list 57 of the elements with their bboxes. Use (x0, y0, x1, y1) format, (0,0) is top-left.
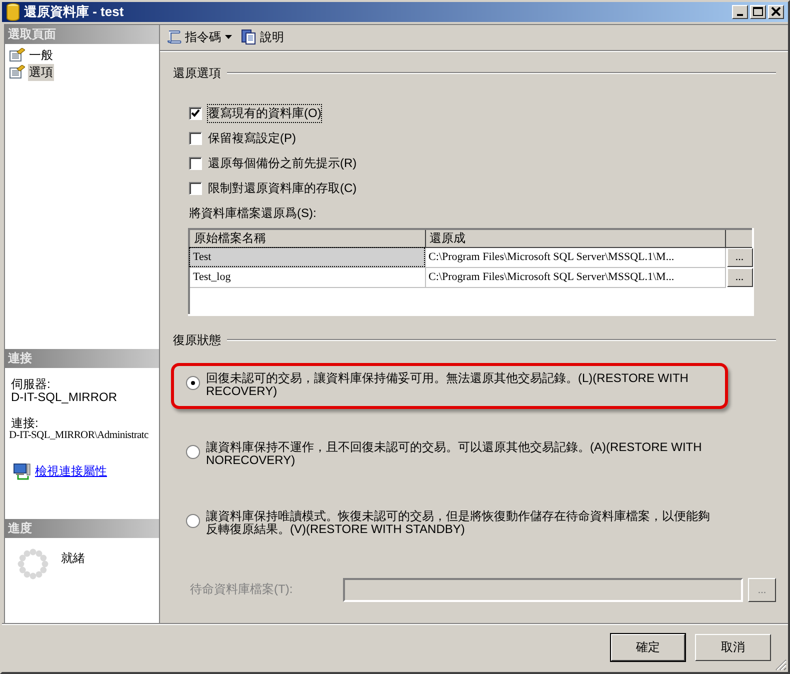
radio-label: 讓資料庫保持唯讀模式。恢復未認可的交易，但是將恢復動作儲存在待命資料庫檔案，以便能夠反轉復原結果。(V)(RESTORE WITH STANDBY) (206, 510, 711, 536)
files-label: 將資料庫檔案還原爲(S): (189, 204, 318, 222)
radio-button[interactable] (186, 376, 200, 390)
checkbox-label: 保留複寫設定(P) (208, 130, 296, 147)
standby-file-label: 待命資料庫檔案(T): (190, 581, 294, 598)
column-header[interactable]: 還原成 (425, 228, 725, 248)
table-cell[interactable]: Test (189, 247, 425, 268)
section-header: 連接 (5, 348, 159, 368)
checkbox[interactable] (189, 182, 202, 195)
radio-label: 讓資料庫保持不運作，且不回復未認可的交易。可以還原其他交易記錄。(A)(RESTORE WITH NORECOVERY) (206, 440, 703, 467)
connection-properties-link[interactable]: 檢視連接屬性 (35, 462, 107, 480)
checkbox-label: 還原每個備份之前先提示(R) (208, 154, 357, 172)
section-header: 選取頁面 (5, 24, 159, 44)
document-icon (241, 29, 257, 46)
caret-icon (224, 34, 233, 40)
table-cell: C:\Program Files\Microsoft SQL Server\MSSQL.1\M... (425, 247, 725, 268)
server-name: D-IT-SQL_MIRROR (10, 390, 118, 404)
checkbox[interactable] (189, 106, 202, 120)
table-cell: C:\Program Files\Microsoft SQL Server\MSSQL.1\M... (425, 267, 725, 288)
spinner-icon (17, 548, 49, 580)
radio-button[interactable] (186, 514, 200, 528)
close-icon (771, 7, 781, 16)
maximize-button[interactable] (750, 4, 766, 19)
database-icon (6, 2, 20, 21)
radio-button[interactable] (186, 444, 200, 459)
page-item[interactable]: 一般 (28, 46, 54, 64)
minimize-button[interactable] (732, 4, 748, 19)
window-title: 還原資料庫 - test (24, 2, 125, 21)
browse-button[interactable]: ... (726, 268, 752, 287)
page-item[interactable]: 選項 (28, 64, 54, 81)
section-header: 進度 (5, 518, 159, 538)
table-cell[interactable]: Test_log (189, 267, 425, 288)
resize-grip-icon (775, 659, 787, 671)
page-icon (9, 65, 25, 80)
checkbox-label: 覆寫現有的資料庫(O) (208, 104, 322, 122)
minimize-icon (737, 14, 743, 16)
group-title: 復原狀態 (173, 332, 221, 349)
checkbox[interactable] (189, 156, 202, 170)
connection-label: 連接: (10, 416, 40, 430)
group-title: 還原選項 (173, 64, 221, 82)
checkbox-label: 限制對還原資料庫的存取(C) (208, 180, 357, 197)
connection-name: D-IT-SQL_MIRROR\Administratc (8, 430, 150, 441)
help-button[interactable]: 說明 (239, 28, 286, 46)
dialog-button[interactable]: 取消 (695, 634, 771, 661)
script-button[interactable]: 指令碼 (164, 28, 235, 46)
page-icon (9, 48, 25, 62)
dialog-button[interactable]: 確定 (611, 634, 685, 661)
maximize-icon (753, 7, 763, 16)
column-header[interactable]: 原始檔案名稱 (189, 228, 425, 248)
close-button[interactable] (768, 4, 784, 19)
browse-button[interactable]: ... (726, 248, 752, 267)
progress-status: 就緒 (61, 550, 85, 567)
computer-icon (13, 462, 31, 480)
server-label: 伺服器: (10, 378, 52, 391)
scroll-icon (166, 29, 182, 46)
radio-label: 回復未認可的交易，讓資料庫保持備妥可用。無法還原其他交易記錄。(L)(RESTORE WITH RECOVERY) (206, 372, 690, 398)
checkbox[interactable] (189, 132, 202, 145)
